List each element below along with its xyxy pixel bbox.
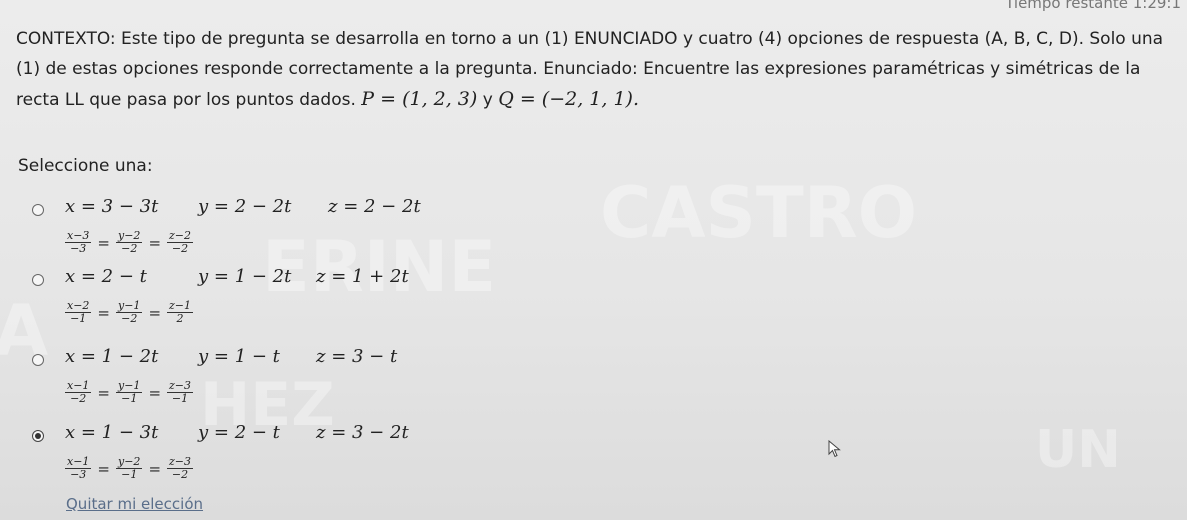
option-c-frac-y: y−1 −1 xyxy=(116,380,143,405)
equals-sign: = xyxy=(148,233,162,252)
frac-denominator: −2 xyxy=(121,312,138,325)
frac-denominator: 2 xyxy=(176,312,184,325)
option-d[interactable]: x = 1 − 3t y = 2 − t z = 3 − 2t x−1 −3 = … xyxy=(30,422,550,492)
option-a-frac-z: z−2 −2 xyxy=(167,230,194,255)
option-d-x-equation: x = 1 − 3t xyxy=(65,422,159,443)
frac-denominator: −3 xyxy=(70,242,87,255)
option-a-frac-x: x−3 −3 xyxy=(65,230,92,255)
option-b-y-equation: y = 1 − 2t xyxy=(198,266,292,287)
frac-denominator: −1 xyxy=(121,392,138,405)
option-d-y-equation: y = 2 − t xyxy=(198,422,280,443)
option-c-frac-z: z−3 −1 xyxy=(167,380,194,405)
option-b-symmetric: x−2 −1 = y−1 −2 = z−1 2 xyxy=(65,300,194,325)
equals-sign: = xyxy=(97,383,110,402)
option-b-frac-x: x−2 −1 xyxy=(65,300,92,325)
frac-denominator: −2 xyxy=(171,242,189,255)
clear-choice-link[interactable]: Quitar mi elección xyxy=(66,495,203,513)
option-c-z-equation: z = 3 − t xyxy=(316,346,398,367)
option-d-radio[interactable] xyxy=(32,430,44,442)
answer-options: x = 3 − 3t y = 2 − 2t z = 2 − 2t x−3 −3 =… xyxy=(0,0,1187,520)
mouse-cursor-icon xyxy=(828,440,841,458)
option-a-y-equation: y = 2 − 2t xyxy=(198,196,292,217)
frac-denominator: −2 xyxy=(121,242,138,255)
option-b-frac-y: y−1 −2 xyxy=(116,300,143,325)
option-c[interactable]: x = 1 − 2t y = 1 − t z = 3 − t x−1 −2 = y… xyxy=(30,346,550,416)
option-d-frac-z: z−3 −2 xyxy=(167,456,194,481)
option-d-frac-x: x−1 −3 xyxy=(65,456,92,481)
equals-sign: = xyxy=(97,233,110,252)
frac-denominator: −2 xyxy=(70,392,87,405)
frac-denominator: −1 xyxy=(121,468,138,481)
equals-sign: = xyxy=(148,303,162,322)
option-a-radio[interactable] xyxy=(32,204,44,216)
option-d-symmetric: x−1 −3 = y−2 −1 = z−3 −2 xyxy=(65,456,194,481)
option-b-radio[interactable] xyxy=(32,274,44,286)
option-d-frac-y: y−2 −1 xyxy=(116,456,143,481)
option-b-frac-z: z−1 2 xyxy=(167,300,194,325)
option-b-x-equation: x = 2 − t xyxy=(65,266,147,287)
frac-denominator: −1 xyxy=(171,392,189,405)
option-c-radio[interactable] xyxy=(32,354,44,366)
equals-sign: = xyxy=(148,383,162,402)
frac-denominator: −2 xyxy=(171,468,189,481)
frac-denominator: −3 xyxy=(70,468,87,481)
equals-sign: = xyxy=(97,459,110,478)
option-c-x-equation: x = 1 − 2t xyxy=(65,346,159,367)
option-c-frac-x: x−1 −2 xyxy=(65,380,92,405)
option-c-y-equation: y = 1 − t xyxy=(198,346,280,367)
option-b-z-equation: z = 1 + 2t xyxy=(316,266,409,287)
option-c-symmetric: x−1 −2 = y−1 −1 = z−3 −1 xyxy=(65,380,194,405)
option-b[interactable]: x = 2 − t y = 1 − 2t z = 1 + 2t x−2 −1 = … xyxy=(30,266,550,336)
equals-sign: = xyxy=(148,459,162,478)
option-a[interactable]: x = 3 − 3t y = 2 − 2t z = 2 − 2t x−3 −3 =… xyxy=(30,196,550,266)
option-a-symmetric: x−3 −3 = y−2 −2 = z−2 −2 xyxy=(65,230,194,255)
option-a-z-equation: z = 2 − 2t xyxy=(328,196,421,217)
frac-denominator: −1 xyxy=(70,312,87,325)
option-a-frac-y: y−2 −2 xyxy=(116,230,143,255)
equals-sign: = xyxy=(97,303,110,322)
option-a-x-equation: x = 3 − 3t xyxy=(65,196,159,217)
option-d-z-equation: z = 3 − 2t xyxy=(316,422,409,443)
